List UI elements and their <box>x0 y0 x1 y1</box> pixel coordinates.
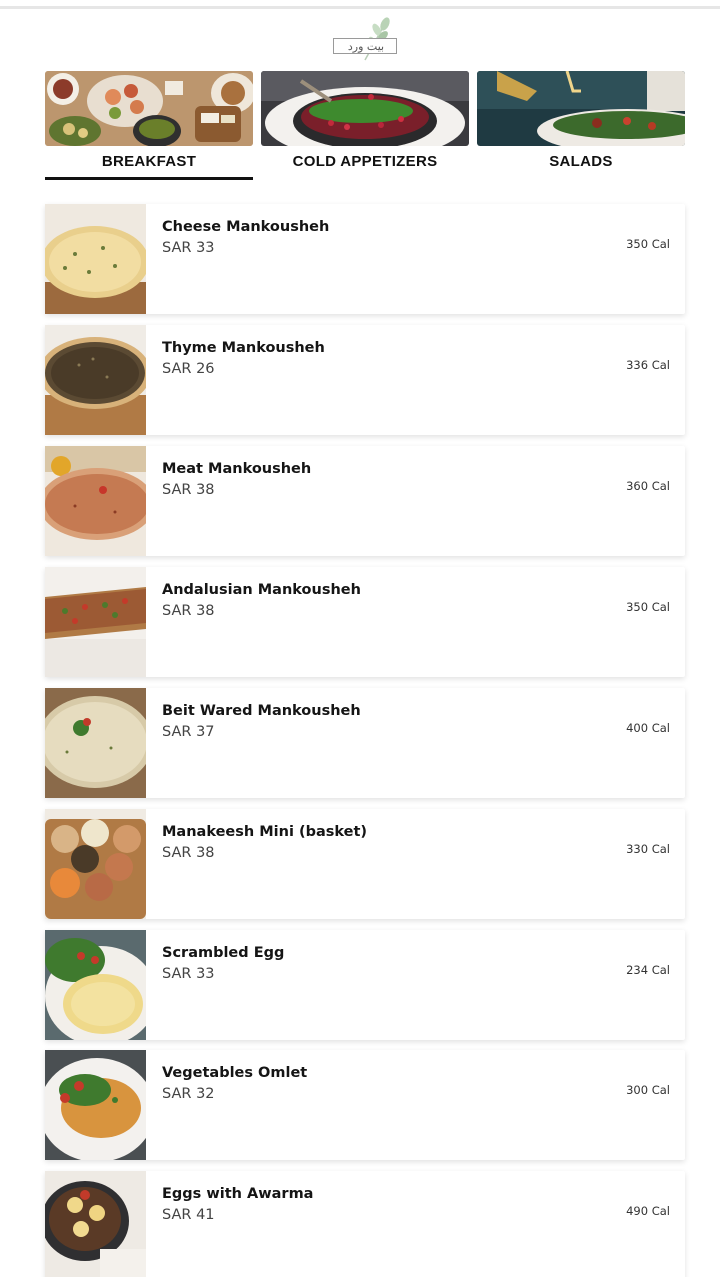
item-price: SAR 26 <box>162 361 215 377</box>
top-divider <box>0 6 720 9</box>
tab-salads[interactable]: SALADS <box>477 71 685 183</box>
menu-item[interactable]: Beit Wared Mankousheh SAR 37 400 Cal <box>45 688 685 798</box>
category-tabs: BREAKFAST COLD APPETIZERS SALADS <box>45 71 685 183</box>
food-image <box>45 204 146 314</box>
food-image <box>45 930 146 1040</box>
tab-label: BREAKFAST <box>101 153 197 170</box>
item-name: Andalusian Mankousheh <box>162 582 361 598</box>
food-image <box>45 1050 146 1160</box>
logo-text: بيت ورد <box>347 40 385 53</box>
menu-item[interactable]: Eggs with Awarma SAR 41 490 Cal <box>45 1171 685 1277</box>
item-price: SAR 37 <box>162 724 215 740</box>
brand-logo[interactable]: بيت ورد <box>331 16 401 64</box>
food-image <box>45 325 146 435</box>
item-calories: 336 Cal <box>626 358 670 372</box>
menu-item[interactable]: Manakeesh Mini (basket) SAR 38 330 Cal <box>45 809 685 919</box>
item-name: Beit Wared Mankousheh <box>162 703 361 719</box>
tab-label: SALADS <box>549 153 613 170</box>
food-image <box>45 567 146 677</box>
menu-item[interactable]: Andalusian Mankousheh SAR 38 350 Cal <box>45 567 685 677</box>
food-image <box>45 688 146 798</box>
food-image <box>45 809 146 919</box>
tab-cold-appetizers[interactable]: COLD APPETIZERS <box>261 71 469 183</box>
item-name: Scrambled Egg <box>162 945 285 961</box>
food-image <box>45 1171 146 1277</box>
menu-item[interactable]: Meat Mankousheh SAR 38 360 Cal <box>45 446 685 556</box>
item-name: Meat Mankousheh <box>162 461 312 477</box>
item-name: Manakeesh Mini (basket) <box>162 824 368 840</box>
menu-item[interactable]: Scrambled Egg SAR 33 234 Cal <box>45 930 685 1040</box>
item-calories: 350 Cal <box>626 600 670 614</box>
item-price: SAR 38 <box>162 845 215 861</box>
tab-breakfast[interactable]: BREAKFAST <box>45 71 253 183</box>
item-price: SAR 33 <box>162 240 215 256</box>
item-calories: 350 Cal <box>626 237 670 251</box>
item-price: SAR 38 <box>162 603 215 619</box>
logo-frame: بيت ورد <box>333 38 397 54</box>
active-tab-indicator <box>45 177 253 180</box>
cold-appetizers-image <box>261 71 469 146</box>
menu-item[interactable]: Thyme Mankousheh SAR 26 336 Cal <box>45 325 685 435</box>
item-calories: 300 Cal <box>626 1083 670 1097</box>
item-name: Vegetables Omlet <box>162 1065 308 1081</box>
item-price: SAR 33 <box>162 966 215 982</box>
menu-item[interactable]: Cheese Mankousheh SAR 33 350 Cal <box>45 204 685 314</box>
food-image <box>45 446 146 556</box>
item-price: SAR 41 <box>162 1207 215 1223</box>
item-name: Thyme Mankousheh <box>162 340 325 356</box>
item-calories: 490 Cal <box>626 1204 670 1218</box>
item-calories: 400 Cal <box>626 721 670 735</box>
tab-label: COLD APPETIZERS <box>292 153 438 170</box>
item-calories: 234 Cal <box>626 963 670 977</box>
menu-item[interactable]: Vegetables Omlet SAR 32 300 Cal <box>45 1050 685 1160</box>
breakfast-image <box>45 71 253 146</box>
item-calories: 330 Cal <box>626 842 670 856</box>
item-name: Eggs with Awarma <box>162 1186 314 1202</box>
salads-image <box>477 71 685 146</box>
item-calories: 360 Cal <box>626 479 670 493</box>
item-price: SAR 38 <box>162 482 215 498</box>
item-name: Cheese Mankousheh <box>162 219 330 235</box>
item-price: SAR 32 <box>162 1086 215 1102</box>
